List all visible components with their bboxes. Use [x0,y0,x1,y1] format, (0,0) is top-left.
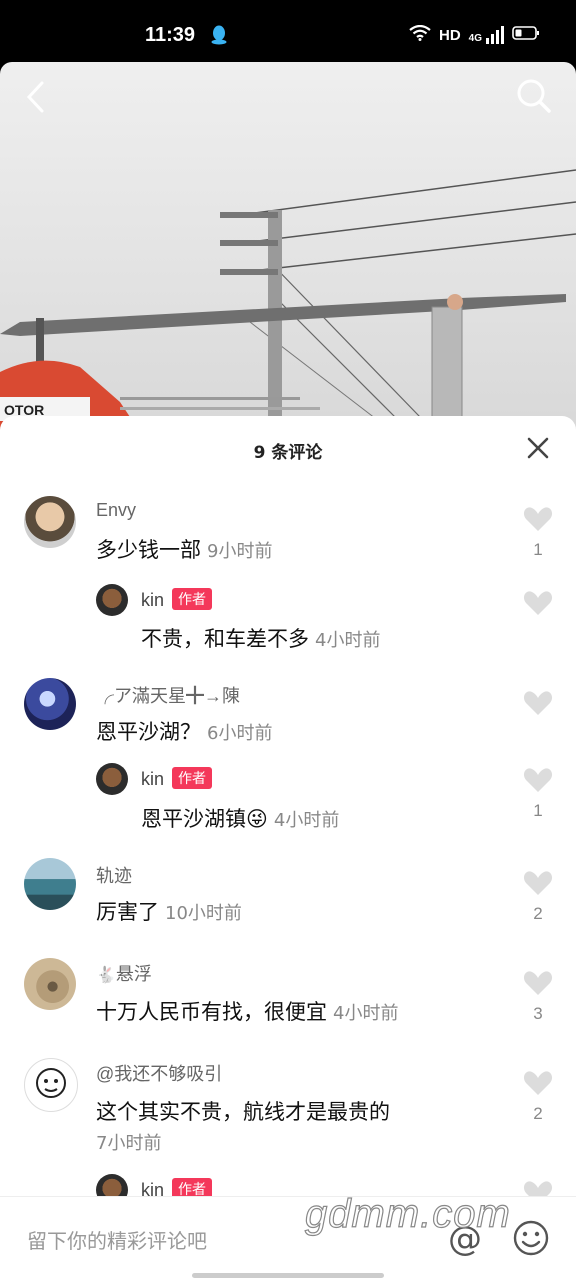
comment-time: 4小时前 [315,630,381,651]
comment-time: 6小时前 [207,723,273,744]
comment-author[interactable]: 🐇悬浮 [96,960,152,986]
network-label: 4G [468,33,482,44]
comment-time: 4小时前 [273,810,340,831]
reply-item: kin 作者 恩平沙湖镇😜 4小时前 1 [0,763,576,843]
comment-time: 4小时前 [333,1003,399,1024]
comment-item: 🐇悬浮 十万人民币有找，很便宜 4小时前 3 [0,956,576,1036]
comment-text[interactable]: 这个其实不贵，航线才是最贵的 [96,1096,390,1126]
heart-icon [523,507,553,531]
rabbit-icon: 🐇 [96,967,116,984]
reply-item: kin 作者 不贵，和车差不多 4小时前 [0,582,576,662]
wifi-icon [409,24,431,45]
like-button[interactable]: 2 [522,1070,554,1124]
qq-notification-icon [210,25,228,49]
comment-item: @我还不够吸引 这个其实不贵，航线才是最贵的 7小时前 2 [0,1056,576,1166]
comment-body: 不贵，和车差不多 [141,627,309,651]
avatar[interactable] [24,858,76,910]
comment-time: 7小时前 [96,1133,162,1154]
comment-count-title: 9 条评论 [253,443,323,463]
like-count: 2 [533,1104,543,1123]
avatar[interactable] [96,1174,128,1198]
heart-icon [523,1071,553,1095]
comment-text[interactable]: 不贵，和车差不多 4小时前 [141,623,380,653]
author-name: 悬浮 [115,964,152,984]
heart-icon [523,768,553,792]
comment-author[interactable]: kin 作者 [141,767,213,790]
comment-body: 恩平沙湖？ [96,720,201,744]
watermark: gdmm.com [304,1191,511,1236]
comment-text[interactable]: 恩平沙湖？ 6小时前 [96,716,272,746]
heart-icon [523,971,553,995]
video-frame-image: OTOR [0,169,576,432]
signal-icon: 4G [469,26,504,44]
home-indicator[interactable] [192,1273,384,1278]
emoji-icon[interactable] [512,1219,550,1261]
like-button[interactable] [522,690,554,720]
like-button[interactable]: 1 [522,506,554,560]
comment-item: ╭ア滿天星╋→陳 恩平沙湖？ 6小时前 [0,678,576,758]
comment-body: 多少钱一部 [96,538,201,562]
avatar[interactable] [24,958,76,1010]
comment-item: Envy 多少钱一部 9小时前 1 [0,494,576,574]
comment-text[interactable]: 恩平沙湖镇😜 4小时前 [141,803,339,833]
hd-label: HD [438,26,461,44]
comment-author[interactable]: 轨迹 [96,862,132,888]
heart-icon [523,591,553,615]
author-name: kin [141,590,165,610]
comment-sheet: 9 条评论 Envy 多少钱一部 9小时前 1 kin 作者 不贵，和车差不多 4小时… [0,416,576,1280]
heart-icon [523,691,553,715]
status-bar: 11:39 HD 4G [0,0,576,62]
heart-icon [523,871,553,895]
video-player[interactable]: OTOR [0,62,576,432]
avatar[interactable] [96,584,128,616]
battery-icon [512,25,540,45]
close-icon[interactable] [526,436,550,464]
comment-text[interactable]: 十万人民币有找，很便宜 4小时前 [96,996,398,1026]
author-tag: 作者 [172,1178,213,1198]
comment-text[interactable]: 厉害了 10小时前 [96,896,242,926]
status-time: 11:39 [145,24,196,46]
like-count: 3 [533,1004,543,1023]
like-count: 1 [533,801,543,820]
comment-body: 恩平沙湖镇😜 [141,807,268,831]
like-button[interactable]: 3 [522,970,554,1024]
comment-text[interactable]: 多少钱一部 9小时前 [96,534,272,564]
like-button[interactable] [522,590,554,620]
avatar[interactable] [24,496,76,548]
status-icons: HD 4G [409,24,540,45]
author-name: kin [141,769,165,789]
comment-body: 十万人民币有找，很便宜 [96,1000,327,1024]
avatar[interactable] [24,678,76,730]
avatar[interactable] [24,1058,78,1112]
comment-author[interactable]: Envy [96,500,136,521]
search-icon[interactable] [516,78,552,118]
comment-author[interactable]: kin 作者 [141,1178,213,1198]
comment-author[interactable]: @我还不够吸引 [96,1060,222,1086]
like-button[interactable]: 2 [522,870,554,924]
back-arrow-icon[interactable] [22,80,52,118]
like-count: 2 [533,904,543,923]
avatar[interactable] [96,763,128,795]
like-button[interactable]: 1 [522,767,554,821]
author-tag: 作者 [172,767,213,789]
comment-author[interactable]: ╭ア滿天星╋→陳 [96,682,240,708]
author-tag: 作者 [172,588,213,610]
comment-time: 9小时前 [207,541,273,562]
comment-item: 轨迹 厉害了 10小时前 2 [0,856,576,936]
comment-time: 10小时前 [165,903,242,924]
comment-author[interactable]: kin 作者 [141,588,213,611]
comment-body: 厉害了 [96,900,159,924]
like-count: 1 [533,540,543,559]
comment-input[interactable]: 留下你的精彩评论吧 [27,1225,207,1254]
